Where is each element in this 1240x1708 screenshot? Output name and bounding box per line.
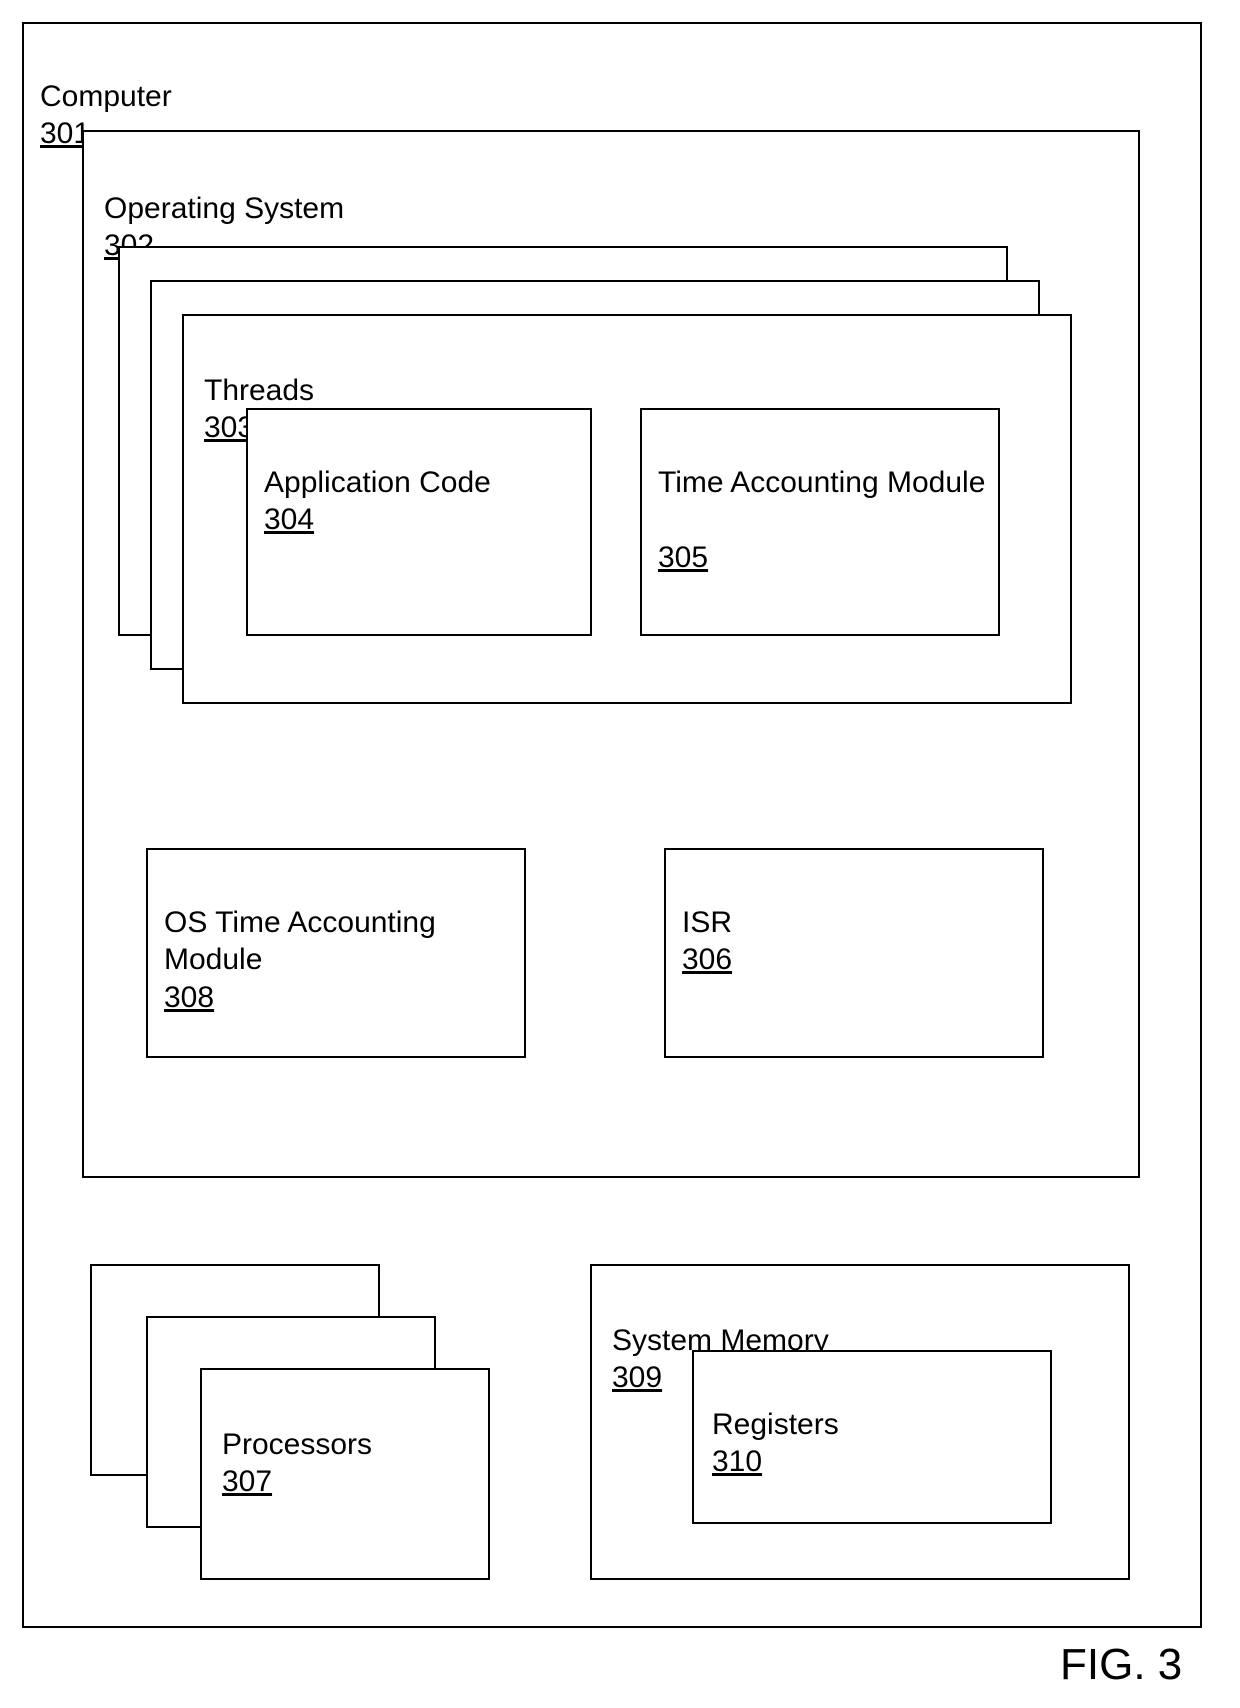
label-ostam-ref: 308 [164, 981, 214, 1014]
label-processors-ref: 307 [222, 1465, 272, 1498]
label-tam-text: Time Accounting Module [658, 466, 985, 499]
label-sysmem-ref: 309 [612, 1361, 662, 1394]
label-tam-ref: 305 [658, 541, 708, 574]
label-processors: Processors 307 [222, 1388, 372, 1501]
label-registers-ref: 310 [712, 1445, 762, 1478]
label-os-text: Operating System [104, 192, 344, 225]
label-tam: Time Accounting Module 305 [658, 426, 988, 576]
label-isr: ISR 306 [682, 866, 732, 979]
label-processors-text: Processors [222, 1428, 372, 1461]
label-registers: Registers 310 [712, 1368, 839, 1481]
label-appcode-text: Application Code [264, 466, 491, 499]
label-ostam-text: OS Time Accounting Module [164, 906, 436, 977]
label-isr-ref: 306 [682, 943, 732, 976]
label-ostam: OS Time Accounting Module 308 [164, 866, 514, 1016]
figure-caption: FIG. 3 [1060, 1640, 1182, 1690]
label-threads-text: Threads [204, 374, 314, 407]
label-registers-text: Registers [712, 1408, 839, 1441]
label-isr-text: ISR [682, 906, 732, 939]
label-appcode-ref: 304 [264, 503, 314, 536]
diagram-canvas: Computer 301 Operating System 302 Thread… [0, 0, 1240, 1708]
label-computer-text: Computer [40, 80, 172, 113]
label-appcode: Application Code 304 [264, 426, 491, 539]
